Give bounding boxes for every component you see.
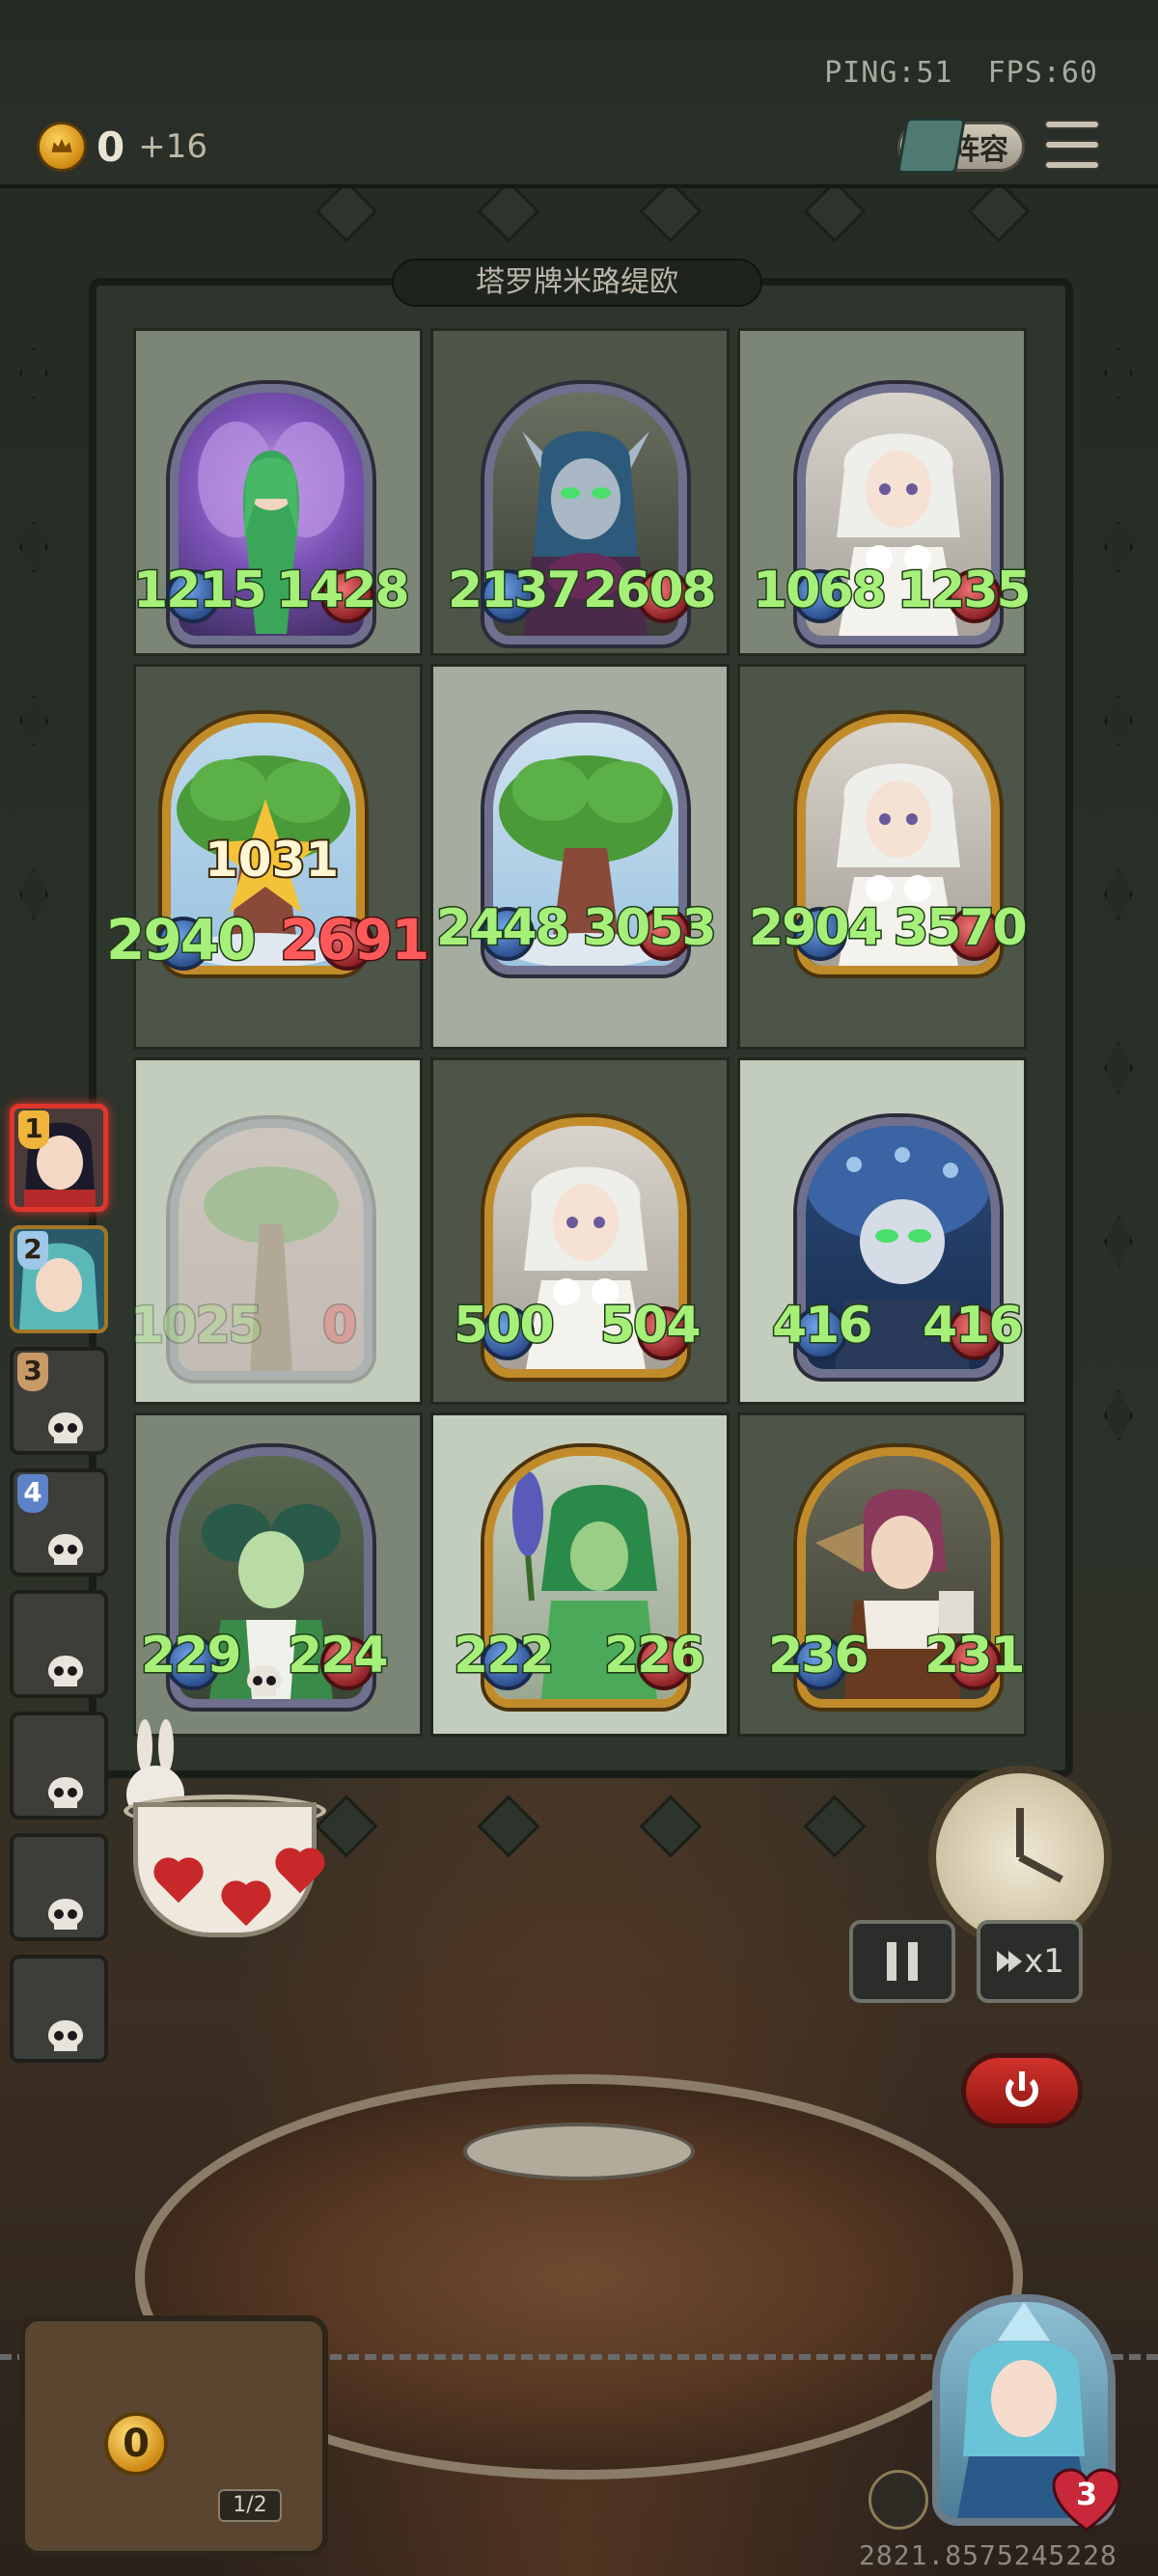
- player-rank: 3: [17, 1353, 48, 1391]
- skull-icon: [48, 1656, 83, 1686]
- unit-attack: 1025: [128, 1296, 265, 1357]
- unit-attack: 2904: [748, 898, 885, 959]
- board-title: 塔罗牌米路缇欧: [392, 259, 762, 307]
- unit-attack: 2137: [447, 561, 584, 621]
- unit-health: 504: [599, 1296, 703, 1357]
- unit-health: 416: [922, 1296, 1026, 1357]
- player-rank: 2: [17, 1231, 48, 1270]
- unit-health: 1235: [896, 561, 1034, 621]
- menu-bar: [1044, 160, 1100, 170]
- unit-attack: 229: [140, 1626, 244, 1686]
- unit-bonus-badge: 1031: [203, 830, 341, 890]
- unit-health: 1428: [275, 561, 412, 621]
- pause-button[interactable]: [849, 1920, 955, 2003]
- player-slot[interactable]: [10, 1590, 108, 1698]
- skull-icon: [48, 1899, 83, 1930]
- unit-health: 0: [320, 1296, 358, 1357]
- seed-readout: 2821.8575245228: [859, 2539, 1117, 2571]
- player-rank: 1: [18, 1110, 49, 1149]
- player-slot[interactable]: [10, 1712, 108, 1820]
- skull-icon: [48, 1777, 83, 1808]
- fast-forward-icon: [997, 1951, 1023, 1972]
- skull-icon: [48, 1412, 83, 1443]
- gold-income: +16: [138, 127, 207, 166]
- player-slot[interactable]: 3: [10, 1347, 108, 1455]
- gold-counter: 0 +16: [37, 122, 207, 172]
- unit-health: 224: [287, 1626, 391, 1686]
- unit-health: 2608: [582, 561, 719, 621]
- menu-button[interactable]: [1044, 120, 1100, 170]
- network-stats: PING:51 FPS:60: [824, 56, 1098, 90]
- unit-attack: 1068: [752, 561, 889, 621]
- player-slot[interactable]: [10, 1833, 108, 1941]
- unit-attack: 2448: [435, 898, 572, 959]
- player-slot[interactable]: [10, 1955, 108, 2063]
- unit-attack: 2940: [104, 906, 257, 974]
- gold-amount: 0: [96, 123, 125, 171]
- top-bar: PING:51 FPS:60 0 +16 阵容: [0, 0, 1158, 188]
- helmet-icon[interactable]: [868, 2470, 928, 2530]
- roulette-hub: [463, 2123, 695, 2180]
- player-list: 1 2 3 4: [4, 1100, 110, 2084]
- hero-health: 3: [1075, 2476, 1098, 2512]
- menu-bar: [1044, 120, 1100, 129]
- unit-health: 2691: [278, 906, 430, 974]
- unit-attack: 500: [453, 1296, 557, 1357]
- unit-attack: 1215: [132, 561, 269, 621]
- pause-icon: [887, 1942, 918, 1981]
- unit-attack: 222: [453, 1626, 557, 1686]
- speed-label: x1: [1024, 1942, 1064, 1981]
- speed-button[interactable]: x1: [977, 1920, 1083, 2003]
- skull-icon: [48, 1534, 83, 1565]
- unit-attack: 416: [771, 1296, 875, 1357]
- unit-health: 231: [924, 1626, 1028, 1686]
- crown-coin-icon: [37, 122, 87, 172]
- book-icon: [896, 118, 967, 174]
- power-icon: [1006, 2071, 1038, 2107]
- player-slot[interactable]: 1: [10, 1104, 108, 1212]
- skull-icon: [48, 2020, 83, 2051]
- ping-readout: PING:51: [824, 56, 953, 90]
- player-slot[interactable]: 2: [10, 1225, 108, 1333]
- fps-readout: FPS:60: [987, 56, 1098, 90]
- menu-bar: [1044, 140, 1100, 150]
- treasure-chest[interactable]: [19, 2316, 328, 2557]
- player-rank: 4: [17, 1474, 48, 1513]
- surrender-button[interactable]: [961, 2053, 1083, 2128]
- unit-health: 3053: [582, 898, 719, 959]
- skull-icon: [247, 1665, 282, 1696]
- unit-health: 3570: [893, 898, 1030, 959]
- player-slot[interactable]: 4: [10, 1468, 108, 1576]
- chest-page-indicator: 1/2: [218, 2489, 282, 2522]
- unit-attack: 236: [767, 1626, 871, 1686]
- unit-health: 226: [603, 1626, 707, 1686]
- chest-coin-count: 0: [104, 2412, 168, 2476]
